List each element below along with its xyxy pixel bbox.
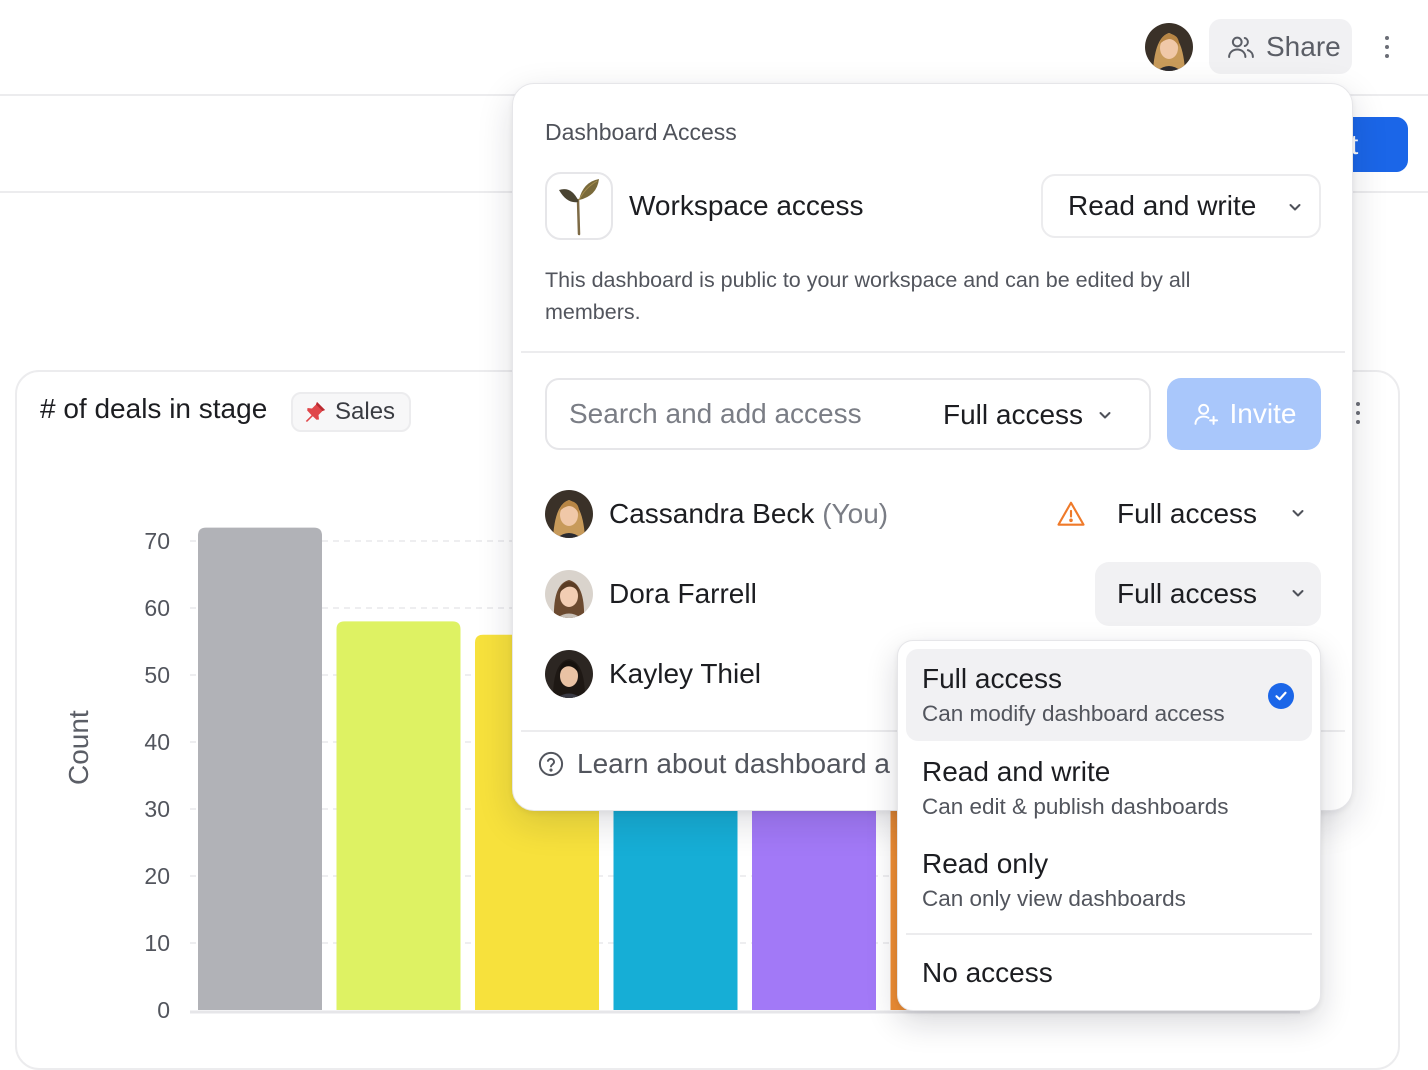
chevron-down-icon: [1099, 412, 1111, 419]
y-tick-label: 70: [144, 528, 170, 554]
search-input[interactable]: [569, 394, 929, 434]
sprout-icon: [559, 179, 599, 236]
invite-label: Invite: [1229, 398, 1297, 429]
workspace-logo: [545, 172, 613, 240]
member-access-select[interactable]: Full access: [1095, 482, 1321, 546]
warning-icon[interactable]: [1056, 499, 1086, 529]
y-tick-label: 0: [157, 997, 170, 1023]
popover-heading: Dashboard Access: [545, 119, 737, 145]
chart-bar[interactable]: [198, 527, 322, 1010]
popover-divider: [521, 351, 1345, 353]
member-name: Cassandra Beck (You): [609, 498, 888, 530]
member-name-text: Cassandra Beck: [609, 498, 815, 529]
option-description: Can modify dashboard access: [922, 701, 1225, 726]
option-label: Read only: [922, 848, 1049, 879]
y-tick-label: 50: [144, 662, 170, 688]
workspace-access-select[interactable]: Read and write: [1041, 174, 1321, 238]
member-level-label: Full access: [1117, 498, 1258, 529]
search-and-add-access: Full access: [545, 378, 1151, 450]
option-label: No access: [922, 957, 1053, 988]
option-label: Read and write: [922, 756, 1111, 787]
avatar: [545, 490, 593, 538]
access-level-menu: Full access Can modify dashboard access …: [897, 640, 1321, 1011]
menu-item-full-access[interactable]: Full access Can modify dashboard access: [906, 649, 1312, 741]
y-tick-label: 10: [144, 930, 170, 956]
menu-item-read-and-write[interactable]: Read and write Can edit & publish dashbo…: [906, 747, 1312, 833]
menu-item-no-access[interactable]: No access: [906, 943, 1312, 1003]
learn-more-label: Learn about dashboard a: [577, 748, 890, 779]
workspace-level-label: Read and write: [1068, 190, 1257, 221]
option-description: Can only view dashboards: [922, 886, 1186, 911]
invite-level-label: Full access: [943, 399, 1084, 430]
member-name: Kayley Thiel: [609, 658, 762, 689]
invite-button[interactable]: Invite: [1167, 378, 1321, 450]
option-label: Full access: [922, 663, 1063, 694]
avatar: [545, 570, 593, 618]
y-tick-label: 40: [144, 729, 170, 755]
member-level-label: Full access: [1117, 578, 1258, 609]
learn-more-link[interactable]: Learn about dashboard a: [537, 748, 890, 780]
you-suffix: (You): [822, 498, 889, 529]
chart-bar[interactable]: [336, 621, 461, 1010]
y-tick-label: 20: [144, 863, 170, 889]
avatar: [545, 650, 593, 698]
member-name: Dora Farrell: [609, 578, 757, 609]
invite-level-select[interactable]: Full access: [943, 399, 1113, 431]
y-tick-label: 60: [144, 595, 170, 621]
member-access-select[interactable]: Full access: [1095, 562, 1321, 626]
workspace-access-title: Workspace access: [629, 190, 864, 221]
checkmark-icon: [1268, 683, 1294, 709]
y-tick-label: 30: [144, 796, 170, 822]
option-description: Can edit & publish dashboards: [922, 794, 1229, 819]
chevron-down-icon: [1292, 590, 1304, 597]
menu-item-read-only[interactable]: Read only Can only view dashboards: [906, 839, 1312, 925]
help-circle-icon: [538, 751, 564, 777]
y-axis-label: Count: [63, 710, 94, 785]
chevron-down-icon: [1289, 204, 1301, 211]
menu-divider: [906, 933, 1312, 935]
add-user-icon: [1194, 403, 1218, 425]
chevron-down-icon: [1292, 510, 1304, 517]
workspace-access-description: This dashboard is public to your workspa…: [545, 268, 1191, 324]
